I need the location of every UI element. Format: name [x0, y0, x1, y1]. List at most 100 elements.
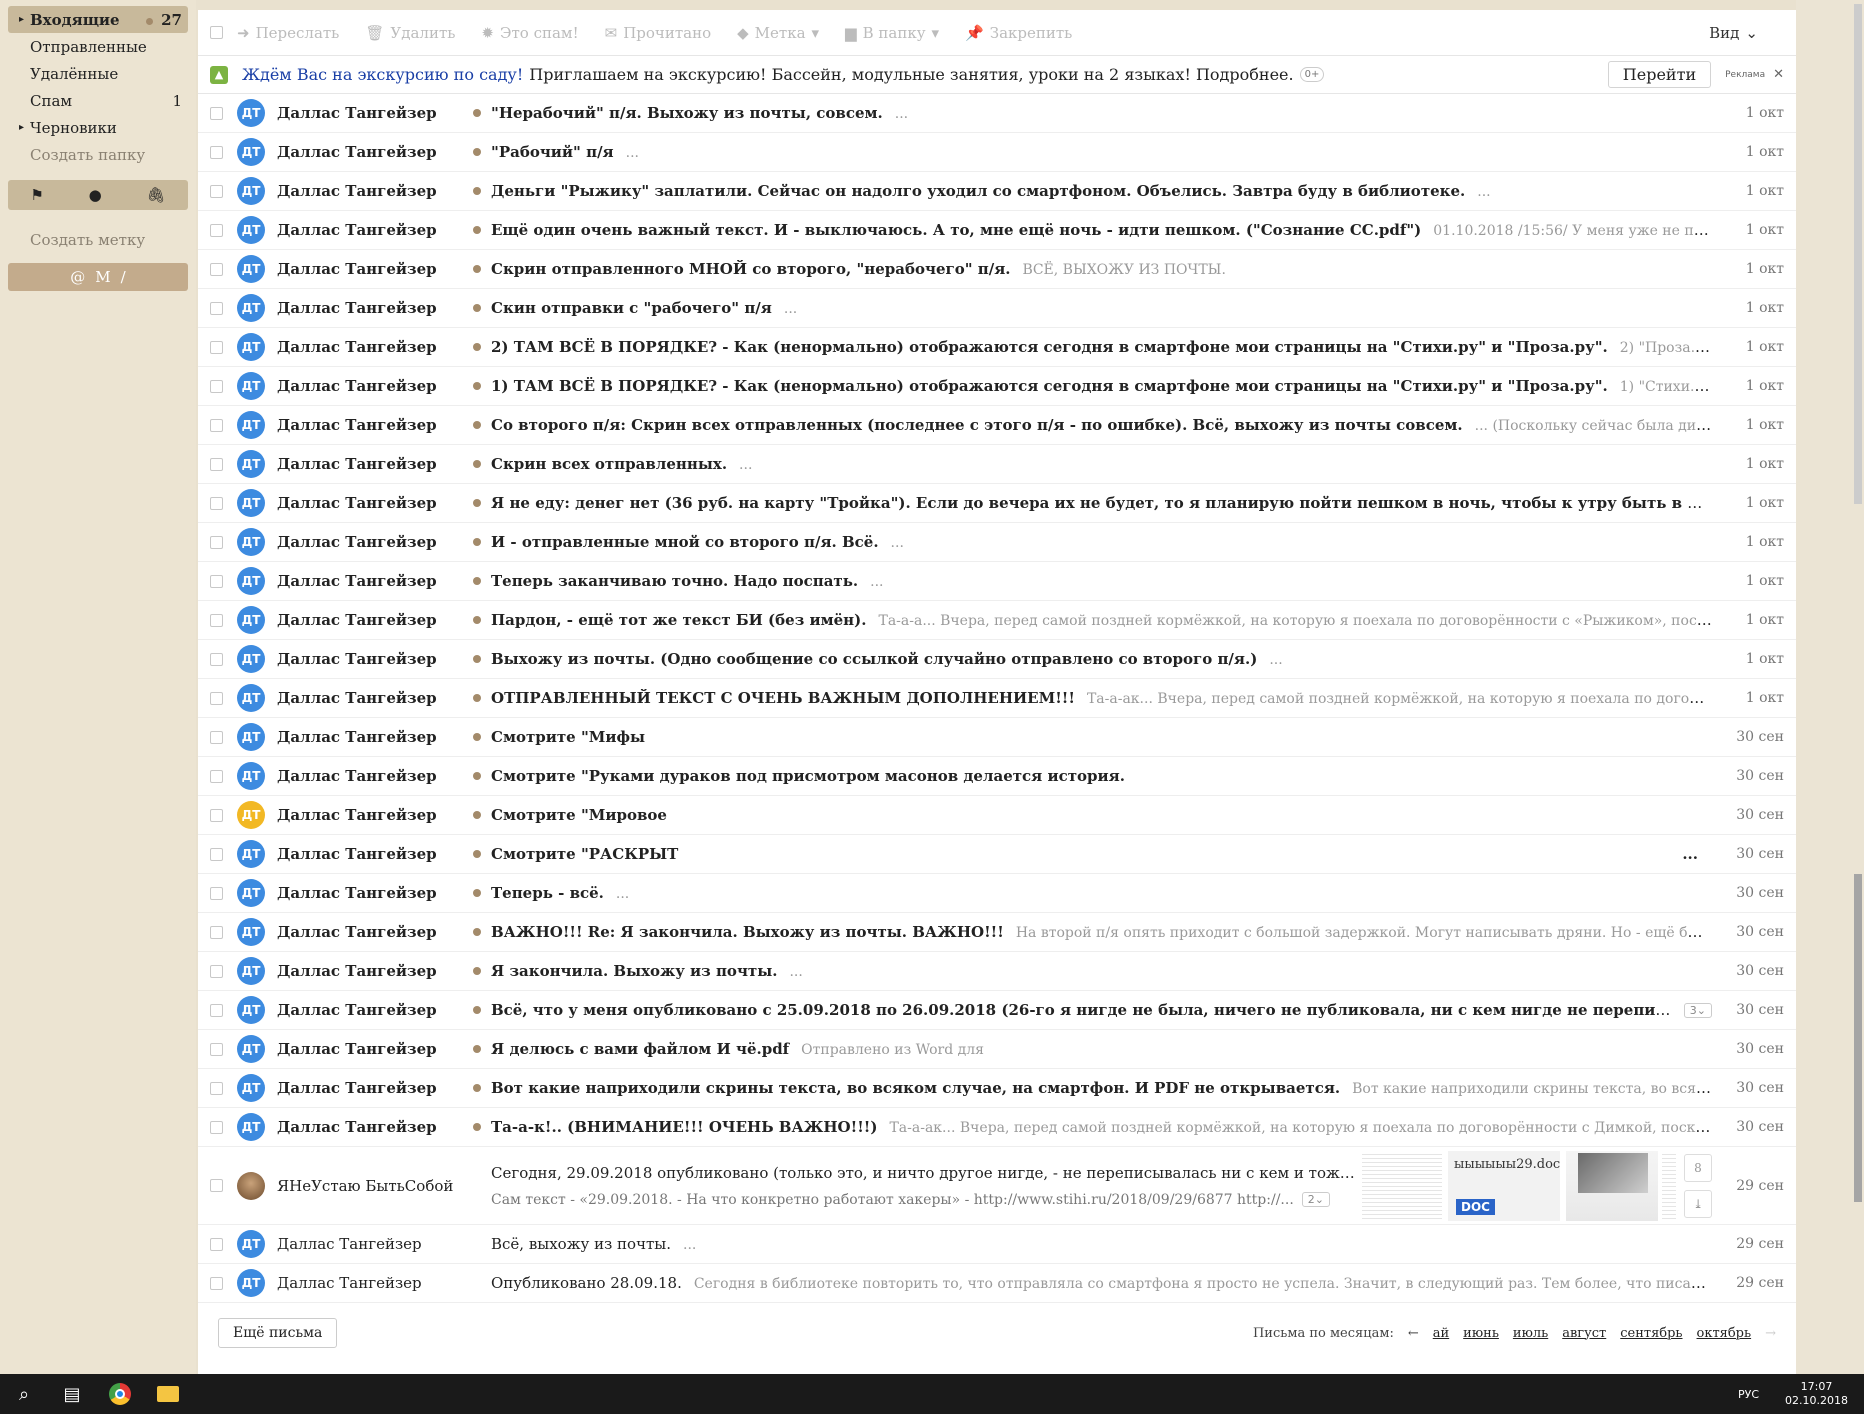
- message-row[interactable]: ДТ Даллас Тангейзер Я закончила. Выхожу из…: [198, 952, 1796, 991]
- unread-dot-icon[interactable]: [473, 343, 481, 351]
- unread-dot-icon[interactable]: [473, 1045, 481, 1053]
- message-checkbox[interactable]: [210, 1237, 223, 1251]
- unread-dot-icon[interactable]: [473, 811, 481, 819]
- message-checkbox[interactable]: [210, 145, 223, 159]
- unread-dot-icon[interactable]: [473, 538, 481, 546]
- message-row[interactable]: ДТ Даллас Тангейзер Смотрите "РАСКРЫТ... 30…: [198, 835, 1796, 874]
- caret-right-icon[interactable]: ▸: [19, 122, 24, 133]
- attachment-icon[interactable]: 🖇: [147, 186, 166, 204]
- spam-button[interactable]: ✹ Это спам!: [481, 24, 578, 42]
- message-checkbox[interactable]: [210, 262, 223, 276]
- message-row[interactable]: ДТ Даллас Тангейзер Деньги "Рыжику" заплат…: [198, 172, 1796, 211]
- ad-banner[interactable]: ▲ Ждём Вас на экскурсию по саду! Приглаш…: [198, 56, 1796, 94]
- unread-dot-icon[interactable]: [473, 1123, 481, 1131]
- message-row[interactable]: ДТ Даллас Тангейзер Теперь - всё.... 30 сен: [198, 874, 1796, 913]
- unread-dot-icon[interactable]: ●: [89, 186, 102, 204]
- message-checkbox[interactable]: [210, 535, 223, 549]
- message-row[interactable]: ДТ Даллас Тангейзер Смотрите "Руками дурак…: [198, 757, 1796, 796]
- more-messages-button[interactable]: Ещё письма: [218, 1318, 338, 1348]
- message-checkbox[interactable]: [210, 1120, 223, 1134]
- message-row[interactable]: ДТ Даллас Тангейзер Пардон, - ещё тот же т…: [198, 601, 1796, 640]
- month-link[interactable]: ай: [1433, 1326, 1449, 1341]
- message-row[interactable]: ДТ Даллас Тангейзер Ещё один очень важный …: [198, 211, 1796, 250]
- unread-dot-icon[interactable]: [473, 460, 481, 468]
- month-link[interactable]: июль: [1513, 1326, 1548, 1341]
- message-checkbox[interactable]: [210, 1276, 223, 1290]
- month-link[interactable]: октябрь: [1697, 1326, 1752, 1341]
- scrollbar[interactable]: [1854, 4, 1862, 1368]
- attachment-preview-image[interactable]: [1566, 1150, 1658, 1221]
- message-row[interactable]: ДТ Даллас Тангейзер Скрин всех отправленны…: [198, 445, 1796, 484]
- message-checkbox[interactable]: [210, 496, 223, 510]
- task-view-icon[interactable]: ▤: [48, 1374, 96, 1414]
- download-icon[interactable]: ⤓: [1684, 1189, 1712, 1218]
- clock[interactable]: 17:07 02.10.2018: [1785, 1380, 1848, 1408]
- unread-dot-icon[interactable]: [473, 928, 481, 936]
- flag-icon[interactable]: ⚑: [30, 186, 43, 204]
- message-checkbox[interactable]: [210, 457, 223, 471]
- at-icon[interactable]: @: [70, 268, 85, 286]
- unread-dot-icon[interactable]: [473, 226, 481, 234]
- pin-button[interactable]: 📌 Закрепить: [965, 24, 1072, 42]
- attachment-preview-document[interactable]: [1662, 1150, 1676, 1221]
- delete-button[interactable]: 🗑 Удалить: [365, 24, 455, 42]
- unread-dot-icon[interactable]: [473, 577, 481, 585]
- sidebar-folder[interactable]: Удалённые: [8, 60, 188, 87]
- slash-icon[interactable]: /: [121, 268, 126, 286]
- message-row[interactable]: ДТ Даллас Тангейзер Опубликовано 28.09.18.…: [198, 1264, 1796, 1303]
- unread-dot-icon[interactable]: [473, 889, 481, 897]
- create-folder-link[interactable]: Создать папку: [8, 141, 188, 168]
- message-checkbox[interactable]: [210, 613, 223, 627]
- message-checkbox[interactable]: [210, 1042, 223, 1056]
- forward-button[interactable]: ➜ Переслать: [237, 24, 339, 42]
- unread-dot-icon[interactable]: [473, 850, 481, 858]
- message-checkbox[interactable]: [210, 574, 223, 588]
- message-checkbox[interactable]: [210, 1081, 223, 1095]
- attachment-count[interactable]: 8: [1684, 1153, 1712, 1182]
- message-checkbox[interactable]: [210, 1179, 223, 1192]
- unread-dot-icon[interactable]: [473, 1084, 481, 1092]
- message-checkbox[interactable]: [210, 730, 223, 744]
- message-checkbox[interactable]: [210, 886, 223, 900]
- chrome-icon[interactable]: [96, 1374, 144, 1414]
- message-row[interactable]: ДТ Даллас Тангейзер Всё, выхожу из почты..…: [198, 1225, 1796, 1264]
- mark-read-button[interactable]: ✉ Прочитано: [605, 24, 711, 42]
- month-link[interactable]: июнь: [1463, 1326, 1499, 1341]
- unread-dot-icon[interactable]: [473, 304, 481, 312]
- message-row[interactable]: ДТ Даллас Тангейзер ВАЖНО!!! Re: Я закончи…: [198, 913, 1796, 952]
- month-link[interactable]: сентябрь: [1620, 1326, 1682, 1341]
- file-explorer-icon[interactable]: [144, 1374, 192, 1414]
- message-checkbox[interactable]: [210, 964, 223, 978]
- unread-dot-icon[interactable]: [473, 1006, 481, 1014]
- sidebar-folder[interactable]: Отправленные: [8, 33, 188, 60]
- arrow-right-icon[interactable]: →: [1765, 1326, 1776, 1341]
- unread-dot-icon[interactable]: [473, 694, 481, 702]
- sidebar-folder[interactable]: Спам 1: [8, 87, 188, 114]
- unread-dot-icon[interactable]: [473, 655, 481, 663]
- message-row[interactable]: ДТ Даллас Тангейзер 1) ТАМ ВСЁ В ПОРЯДКЕ? …: [198, 367, 1796, 406]
- message-checkbox[interactable]: [210, 769, 223, 783]
- message-row[interactable]: ДТ Даллас Тангейзер Смотрите "Мифы 30 сен: [198, 718, 1796, 757]
- search-icon[interactable]: ⌕: [0, 1374, 48, 1414]
- message-row[interactable]: ДТ Даллас Тангейзер ОТПРАВЛЕННЫЙ ТЕКСТ С О…: [198, 679, 1796, 718]
- message-checkbox[interactable]: [210, 847, 223, 861]
- sidebar-folder[interactable]: ▸ Черновики: [8, 114, 188, 141]
- message-checkbox[interactable]: [210, 340, 223, 354]
- gmail-icon[interactable]: M: [95, 268, 110, 286]
- message-row[interactable]: ДТ Даллас Тангейзер 2) ТАМ ВСЁ В ПОРЯДКЕ? …: [198, 328, 1796, 367]
- thread-count-badge[interactable]: 3⌄: [1683, 1002, 1712, 1018]
- unread-dot-icon[interactable]: [473, 187, 481, 195]
- message-row[interactable]: ДТ Даллас Тангейзер Скин отправки с "рабоч…: [198, 289, 1796, 328]
- message-checkbox[interactable]: [210, 418, 223, 432]
- ad-title[interactable]: Ждём Вас на экскурсию по саду!: [242, 65, 523, 84]
- message-row[interactable]: ДТ Даллас Тангейзер Вот какие наприходили …: [198, 1069, 1796, 1108]
- message-row[interactable]: ДТ Даллас Тангейзер Скрин отправленного МН…: [198, 250, 1796, 289]
- message-row[interactable]: ДТ Даллас Тангейзер "Нерабочий" п/я. Выхож…: [198, 94, 1796, 133]
- message-row[interactable]: ДТ Даллас Тангейзер Выхожу из почты. (Одно…: [198, 640, 1796, 679]
- message-checkbox[interactable]: [210, 808, 223, 822]
- message-row[interactable]: ДТ Даллас Тангейзер Та-а-к!.. (ВНИМАНИЕ!!!…: [198, 1108, 1796, 1147]
- create-label-link[interactable]: Создать метку: [8, 226, 188, 253]
- message-checkbox[interactable]: [210, 925, 223, 939]
- message-checkbox[interactable]: [210, 1003, 223, 1017]
- message-checkbox[interactable]: [210, 184, 223, 198]
